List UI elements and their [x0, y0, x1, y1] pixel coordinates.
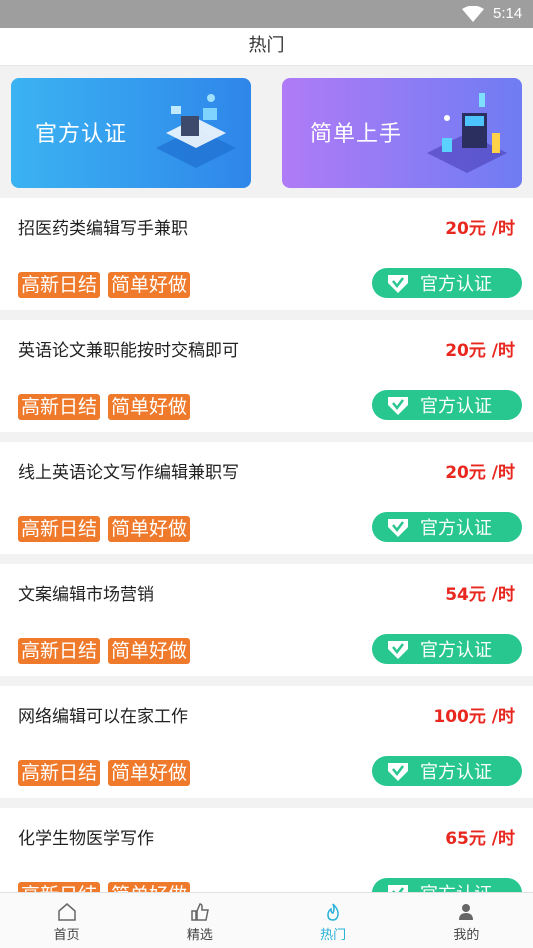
- banner-label: 官方认证: [35, 122, 128, 147]
- cert-label: 官方认证: [420, 640, 492, 661]
- tab-mine[interactable]: 我的: [400, 893, 533, 948]
- person-icon: [459, 904, 474, 920]
- job-card[interactable]: 招医药类编辑写手兼职 20元 /时 高新日结 简单好做 官方认证: [0, 198, 533, 310]
- shield-check-icon: [388, 763, 408, 781]
- tag-badge: 简单好做: [108, 394, 191, 420]
- official-cert-badge: 官方认证: [372, 512, 522, 542]
- job-title: 化学生物医学写作: [18, 829, 154, 849]
- banner-easy-start[interactable]: 简单上手: [282, 78, 522, 188]
- job-card[interactable]: 化学生物医学写作 65元 /时 高新日结 简单好做 官方认证: [0, 808, 533, 892]
- job-list[interactable]: 招医药类编辑写手兼职 20元 /时 高新日结 简单好做 官方认证 英语论文兼职能…: [0, 198, 533, 892]
- tab-label: 精选: [186, 928, 213, 943]
- job-card[interactable]: 英语论文兼职能按时交稿即可 20元 /时 高新日结 简单好做 官方认证: [0, 320, 533, 432]
- status-time: 5:14: [493, 5, 523, 22]
- job-card[interactable]: 线上英语论文写作编辑兼职写 20元 /时 高新日结 简单好做 官方认证: [0, 442, 533, 554]
- job-tags: 高新日结 简单好做: [18, 760, 191, 786]
- official-cert-badge: 官方认证: [372, 756, 522, 786]
- tag-badge: 高新日结: [18, 760, 101, 786]
- tab-label: 首页: [53, 928, 80, 943]
- tag-badge: 简单好做: [108, 638, 191, 664]
- job-salary: 54元 /时: [445, 585, 515, 605]
- job-salary: 20元 /时: [445, 463, 515, 483]
- data-illustration-icon: [427, 93, 507, 173]
- thumbs-up-icon: [191, 903, 209, 921]
- hot-icon: [327, 903, 340, 921]
- job-tags: 高新日结 简单好做: [18, 516, 191, 542]
- cert-label: 官方认证: [420, 274, 492, 295]
- job-card[interactable]: 文案编辑市场营销 54元 /时 高新日结 简单好做 官方认证: [0, 564, 533, 676]
- tag-badge: 高新日结: [18, 638, 101, 664]
- tag-badge: 高新日结: [18, 272, 101, 298]
- shield-check-icon: [388, 275, 408, 293]
- status-bar: 5:14: [0, 0, 533, 28]
- job-title: 英语论文兼职能按时交稿即可: [18, 341, 239, 361]
- wifi-icon: [462, 6, 484, 22]
- cert-label: 官方认证: [420, 762, 492, 783]
- tag-badge: 简单好做: [108, 882, 191, 892]
- official-cert-badge: 官方认证: [372, 390, 522, 420]
- official-cert-badge: 官方认证: [372, 268, 522, 298]
- tab-featured[interactable]: 精选: [133, 893, 266, 948]
- shield-check-icon: [388, 519, 408, 537]
- tag-badge: 简单好做: [108, 516, 191, 542]
- shield-check-icon: [388, 641, 408, 659]
- tab-label: 我的: [453, 928, 480, 943]
- page-title: 热门: [0, 28, 533, 66]
- job-salary: 100元 /时: [433, 707, 515, 727]
- job-tags: 高新日结 简单好做: [18, 272, 191, 298]
- shield-check-icon: [388, 885, 408, 892]
- banner-label: 简单上手: [310, 122, 403, 147]
- tag-badge: 高新日结: [18, 516, 101, 542]
- tab-home[interactable]: 首页: [0, 893, 133, 948]
- cert-label: 官方认证: [420, 518, 492, 539]
- tab-label: 热门: [320, 928, 347, 943]
- shield-check-icon: [388, 397, 408, 415]
- job-title: 网络编辑可以在家工作: [18, 707, 188, 727]
- job-salary: 65元 /时: [445, 829, 515, 849]
- job-tags: 高新日结 简单好做: [18, 638, 191, 664]
- official-cert-badge: 官方认证: [372, 878, 522, 892]
- tag-badge: 高新日结: [18, 882, 101, 892]
- bottom-tab-bar: 首页 精选 热门 我的: [0, 892, 533, 948]
- job-tags: 高新日结 简单好做: [18, 394, 191, 420]
- job-title: 文案编辑市场营销: [18, 585, 154, 605]
- home-icon: [57, 903, 76, 921]
- tab-hot[interactable]: 热门: [267, 893, 400, 948]
- cert-label: 官方认证: [420, 396, 492, 417]
- job-card[interactable]: 网络编辑可以在家工作 100元 /时 高新日结 简单好做 官方认证: [0, 686, 533, 798]
- job-salary: 20元 /时: [445, 341, 515, 361]
- banner-official-cert[interactable]: 官方认证: [11, 78, 251, 188]
- job-title: 线上英语论文写作编辑兼职写: [18, 463, 239, 483]
- tag-badge: 高新日结: [18, 394, 101, 420]
- job-tags: 高新日结 简单好做: [18, 882, 191, 892]
- server-illustration-icon: [156, 94, 236, 168]
- tag-badge: 简单好做: [108, 272, 191, 298]
- cert-label: 官方认证: [420, 880, 492, 892]
- job-salary: 20元 /时: [445, 219, 515, 239]
- official-cert-badge: 官方认证: [372, 634, 522, 664]
- job-title: 招医药类编辑写手兼职: [18, 219, 188, 239]
- banner-row: 官方认证 简单上手: [0, 66, 533, 198]
- tag-badge: 简单好做: [108, 760, 191, 786]
